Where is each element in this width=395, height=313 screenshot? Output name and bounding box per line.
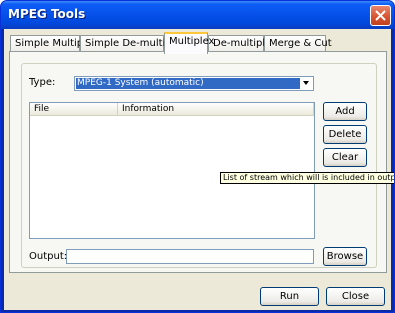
stream-list-header: File Information <box>30 103 314 116</box>
title-bar[interactable]: MPEG Tools <box>1 1 394 29</box>
type-select[interactable]: MPEG-1 System (automatic) <box>74 76 314 91</box>
tab-label: Merge & Cut <box>269 38 332 49</box>
chevron-down-icon <box>303 81 309 85</box>
stream-list-tooltip: List of stream which will is included in… <box>220 172 394 184</box>
window-title: MPEG Tools <box>8 7 86 21</box>
multiplex-group: Type: MPEG-1 System (automatic) File Inf… <box>21 63 377 268</box>
close-icon <box>375 10 386 21</box>
add-button[interactable]: Add <box>323 102 367 121</box>
output-input[interactable] <box>66 249 314 264</box>
type-selected-value: MPEG-1 System (automatic) <box>76 78 300 89</box>
clear-button[interactable]: Clear <box>323 148 367 167</box>
stream-list[interactable]: File Information <box>29 102 315 239</box>
tab-label: Multiplex <box>169 36 215 47</box>
dialog-client: Simple Multiplex Simple De-multiplex Mul… <box>4 29 391 310</box>
multiplex-panel: Type: MPEG-1 System (automatic) File Inf… <box>9 51 387 273</box>
column-file[interactable]: File <box>30 103 118 116</box>
output-label: Output: <box>29 251 68 262</box>
close-window-button[interactable] <box>370 5 391 26</box>
tab-multiplex[interactable]: Multiplex <box>164 32 214 54</box>
close-button[interactable]: Close <box>326 287 385 306</box>
run-button[interactable]: Run <box>260 287 319 306</box>
column-information[interactable]: Information <box>118 103 314 116</box>
dropdown-arrow[interactable] <box>300 78 312 89</box>
type-label: Type: <box>29 77 56 88</box>
delete-button[interactable]: Delete <box>323 125 367 144</box>
browse-button[interactable]: Browse <box>323 247 367 266</box>
mpeg-tools-window: MPEG Tools Simple Multiplex Simple De-mu… <box>0 0 395 313</box>
